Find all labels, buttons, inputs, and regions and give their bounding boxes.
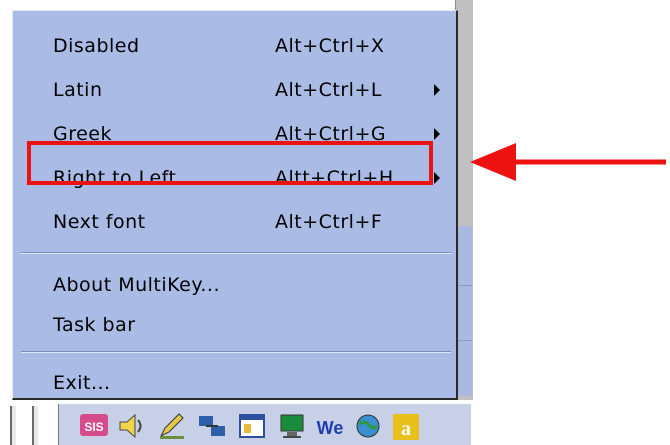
submenu-arrow-icon — [434, 172, 440, 184]
menu-item-disabled[interactable]: Disabled Alt+Ctrl+X — [13, 27, 453, 63]
menu-item-shortcut: Alt+Ctrl+L — [275, 79, 382, 101]
menu-item-label: Exit... — [53, 372, 111, 394]
menu-item-shortcut: Alt+Ctrl+F — [275, 211, 383, 233]
menu-item-label: Disabled — [53, 35, 140, 57]
menu-item-task-bar[interactable]: Task bar — [13, 306, 453, 342]
menu-item-label: Task bar — [53, 314, 136, 336]
menu-item-latin[interactable]: Latin Alt+Ctrl+L — [13, 71, 453, 107]
window-icon[interactable] — [237, 410, 267, 442]
annotation-highlight-box — [27, 141, 433, 185]
svg-text:We: We — [317, 418, 344, 438]
taskbar: SIS We a — [0, 400, 670, 445]
menu-item-label: Next font — [53, 211, 146, 233]
menu-item-label: Latin — [53, 79, 103, 101]
monitor-icon[interactable] — [277, 410, 307, 442]
multikey-context-menu: Disabled Alt+Ctrl+X Latin Alt+Ctrl+L Gre… — [12, 10, 458, 400]
menu-separator — [21, 351, 451, 353]
globe-icon[interactable] — [353, 410, 383, 442]
sis-icon[interactable]: SIS — [79, 410, 109, 442]
speaker-icon[interactable] — [117, 410, 147, 442]
menu-item-about[interactable]: About MultiKey... — [13, 266, 453, 302]
pencil-icon[interactable] — [157, 410, 187, 442]
svg-text:SIS: SIS — [84, 420, 103, 434]
menu-separator — [21, 252, 451, 254]
network-icon[interactable] — [197, 410, 227, 442]
menu-item-shortcut: Alt+Ctrl+X — [275, 35, 385, 57]
taskbar-divider — [10, 406, 16, 445]
menu-item-label: About MultiKey... — [53, 274, 221, 296]
taskbar-divider — [32, 406, 38, 445]
menu-item-exit[interactable]: Exit... — [13, 364, 453, 400]
submenu-arrow-icon — [434, 128, 440, 140]
we-icon[interactable]: We — [315, 410, 345, 442]
svg-text:a: a — [401, 418, 411, 440]
annotation-arrow-icon — [470, 143, 666, 181]
system-tray: SIS We a — [58, 404, 471, 445]
submenu-arrow-icon — [434, 84, 440, 96]
letter-a-icon[interactable]: a — [391, 410, 421, 442]
menu-item-next-font[interactable]: Next font Alt+Ctrl+F — [13, 203, 453, 239]
